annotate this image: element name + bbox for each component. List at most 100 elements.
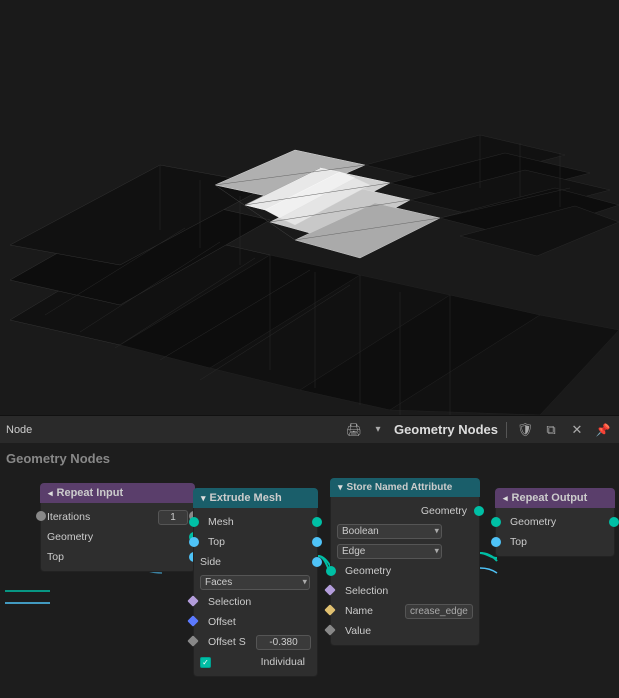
store-selection-label: Selection [345, 585, 394, 597]
offset-s-value[interactable]: -0.380 [256, 635, 311, 650]
individual-checkbox[interactable]: ✓ [200, 657, 211, 668]
faces-select-wrapper: Faces Edges Vertices [200, 575, 310, 590]
top-socket-out[interactable] [312, 537, 322, 547]
geometry-row-out: Geometry [41, 527, 194, 547]
close-icon[interactable]: ✕ [567, 420, 587, 440]
ro-top-socket-in[interactable] [491, 537, 501, 547]
geo-out-socket[interactable] [474, 506, 484, 516]
individual-row: ✓ Individual [194, 652, 317, 672]
store-named-collapse-icon[interactable]: ▾ [338, 482, 343, 493]
store-named-body: Geometry Boolean Float Integer [330, 497, 480, 646]
header-title: Geometry Nodes [394, 422, 498, 437]
node-editor: Node 🖨 ▾ Geometry Nodes 🛡 ⧉ ✕ 📌 Geometry… [0, 415, 619, 698]
repeat-output-header[interactable]: ◂ Repeat Output [495, 488, 615, 508]
geo-in-row: Geometry [331, 561, 479, 581]
repeat-input-title: Repeat Input [57, 487, 124, 499]
repeat-output-title: Repeat Output [512, 492, 588, 504]
printer-icon[interactable]: 🖨 [344, 420, 364, 440]
store-named-title: Store Named Attribute [347, 482, 453, 493]
geo-nodes-label: Geometry Nodes [6, 451, 110, 466]
ro-geometry-socket-in[interactable] [491, 517, 501, 527]
offset-label: Offset [208, 616, 242, 628]
copy-icon[interactable]: ⧉ [541, 420, 561, 440]
node-canvas: Geometry Nodes ◂ [0, 443, 619, 698]
extrude-mesh-body: Mesh Top Side Fac [193, 508, 318, 677]
repeat-output-collapse-icon[interactable]: ◂ [503, 493, 508, 504]
edge-select[interactable]: Edge Vertex Face Face Corner [337, 544, 442, 559]
store-named-attribute-node: ▾ Store Named Attribute Geometry Boolean… [330, 478, 480, 646]
geo-out-row: Geometry [331, 501, 479, 521]
boolean-select[interactable]: Boolean Float Integer [337, 524, 442, 539]
mesh-socket-out[interactable] [312, 517, 322, 527]
offset-s-socket[interactable] [187, 635, 198, 646]
extrude-mesh-node: ▾ Extrude Mesh Mesh Top Side [193, 488, 318, 677]
geo-in-socket[interactable] [326, 566, 336, 576]
viewport [0, 0, 619, 415]
header-icons: 🖨 ▾ [344, 420, 388, 440]
extrude-collapse-icon[interactable]: ▾ [201, 493, 206, 504]
side-label: Side [200, 556, 227, 568]
store-named-header[interactable]: ▾ Store Named Attribute [330, 478, 480, 497]
side-socket-out[interactable] [312, 557, 322, 567]
iterations-value[interactable]: 1 [158, 510, 188, 525]
pin-icon[interactable]: 📌 [593, 420, 613, 440]
selection-label: Selection [208, 596, 257, 608]
ro-geometry-label: Geometry [510, 516, 562, 528]
edge-select-wrapper: Edge Vertex Face Face Corner [337, 544, 442, 559]
side-row: Side [194, 552, 317, 572]
top-out-label: Top [47, 551, 70, 563]
store-selection-row: Selection [331, 581, 479, 601]
individual-label: Individual [261, 656, 311, 668]
repeat-output-body: Geometry Top [495, 508, 615, 557]
mesh-row: Mesh [194, 512, 317, 532]
value-row: Value [331, 621, 479, 641]
selection-row: Selection [194, 592, 317, 612]
top-row-out: Top [41, 547, 194, 567]
value-socket[interactable] [324, 624, 335, 635]
ro-geometry-socket-out[interactable] [609, 517, 619, 527]
boolean-select-wrapper: Boolean Float Integer [337, 524, 442, 539]
offset-socket-in[interactable] [187, 615, 198, 626]
top-socket-in[interactable] [189, 537, 199, 547]
repeat-input-header[interactable]: ◂ Repeat Input [40, 483, 195, 503]
name-row: Name [331, 601, 479, 621]
selection-socket-in[interactable] [187, 595, 198, 606]
geo-out-label: Geometry [421, 505, 473, 517]
shield-icon[interactable]: 🛡 [515, 420, 535, 440]
edge-row: Edge Vertex Face Face Corner [331, 541, 479, 561]
name-socket[interactable] [324, 604, 335, 615]
offset-row: Offset [194, 612, 317, 632]
collapse-icon[interactable]: ◂ [48, 488, 53, 499]
iterations-row: Iterations 1 [41, 507, 194, 527]
ro-geometry-row: Geometry [496, 512, 614, 532]
top-row: Top [194, 532, 317, 552]
ro-top-label: Top [510, 536, 533, 548]
name-value[interactable] [405, 604, 473, 619]
boolean-row: Boolean Float Integer [331, 521, 479, 541]
iterations-socket-in[interactable] [36, 511, 46, 521]
offset-s-label: Offset S [208, 636, 252, 648]
extrude-mesh-title: Extrude Mesh [210, 492, 282, 504]
name-label: Name [345, 605, 379, 617]
repeat-input-node: ◂ Repeat Input Iterations 1 Geometry [40, 483, 195, 572]
geo-in-label: Geometry [345, 565, 397, 577]
value-label: Value [345, 625, 377, 637]
faces-row: Faces Edges Vertices [194, 572, 317, 592]
mesh-socket-in[interactable] [189, 517, 199, 527]
repeat-output-node: ◂ Repeat Output Geometry Top [495, 488, 615, 557]
header-node-label: Node [6, 424, 32, 436]
mesh-in-label: Mesh [208, 516, 240, 528]
faces-select[interactable]: Faces Edges Vertices [200, 575, 310, 590]
offset-s-row: Offset S -0.380 [194, 632, 317, 652]
node-editor-header: Node 🖨 ▾ Geometry Nodes 🛡 ⧉ ✕ 📌 [0, 415, 619, 443]
ro-top-row: Top [496, 532, 614, 552]
repeat-input-body: Iterations 1 Geometry Top [40, 503, 195, 572]
extrude-mesh-header[interactable]: ▾ Extrude Mesh [193, 488, 318, 508]
iterations-label: Iterations [47, 511, 96, 523]
mesh-visualization [0, 0, 619, 415]
geometry-out-label: Geometry [47, 531, 99, 543]
store-selection-socket[interactable] [324, 584, 335, 595]
top-in-label: Top [208, 536, 231, 548]
dropdown-icon[interactable]: ▾ [368, 420, 388, 440]
header-separator [506, 422, 507, 438]
